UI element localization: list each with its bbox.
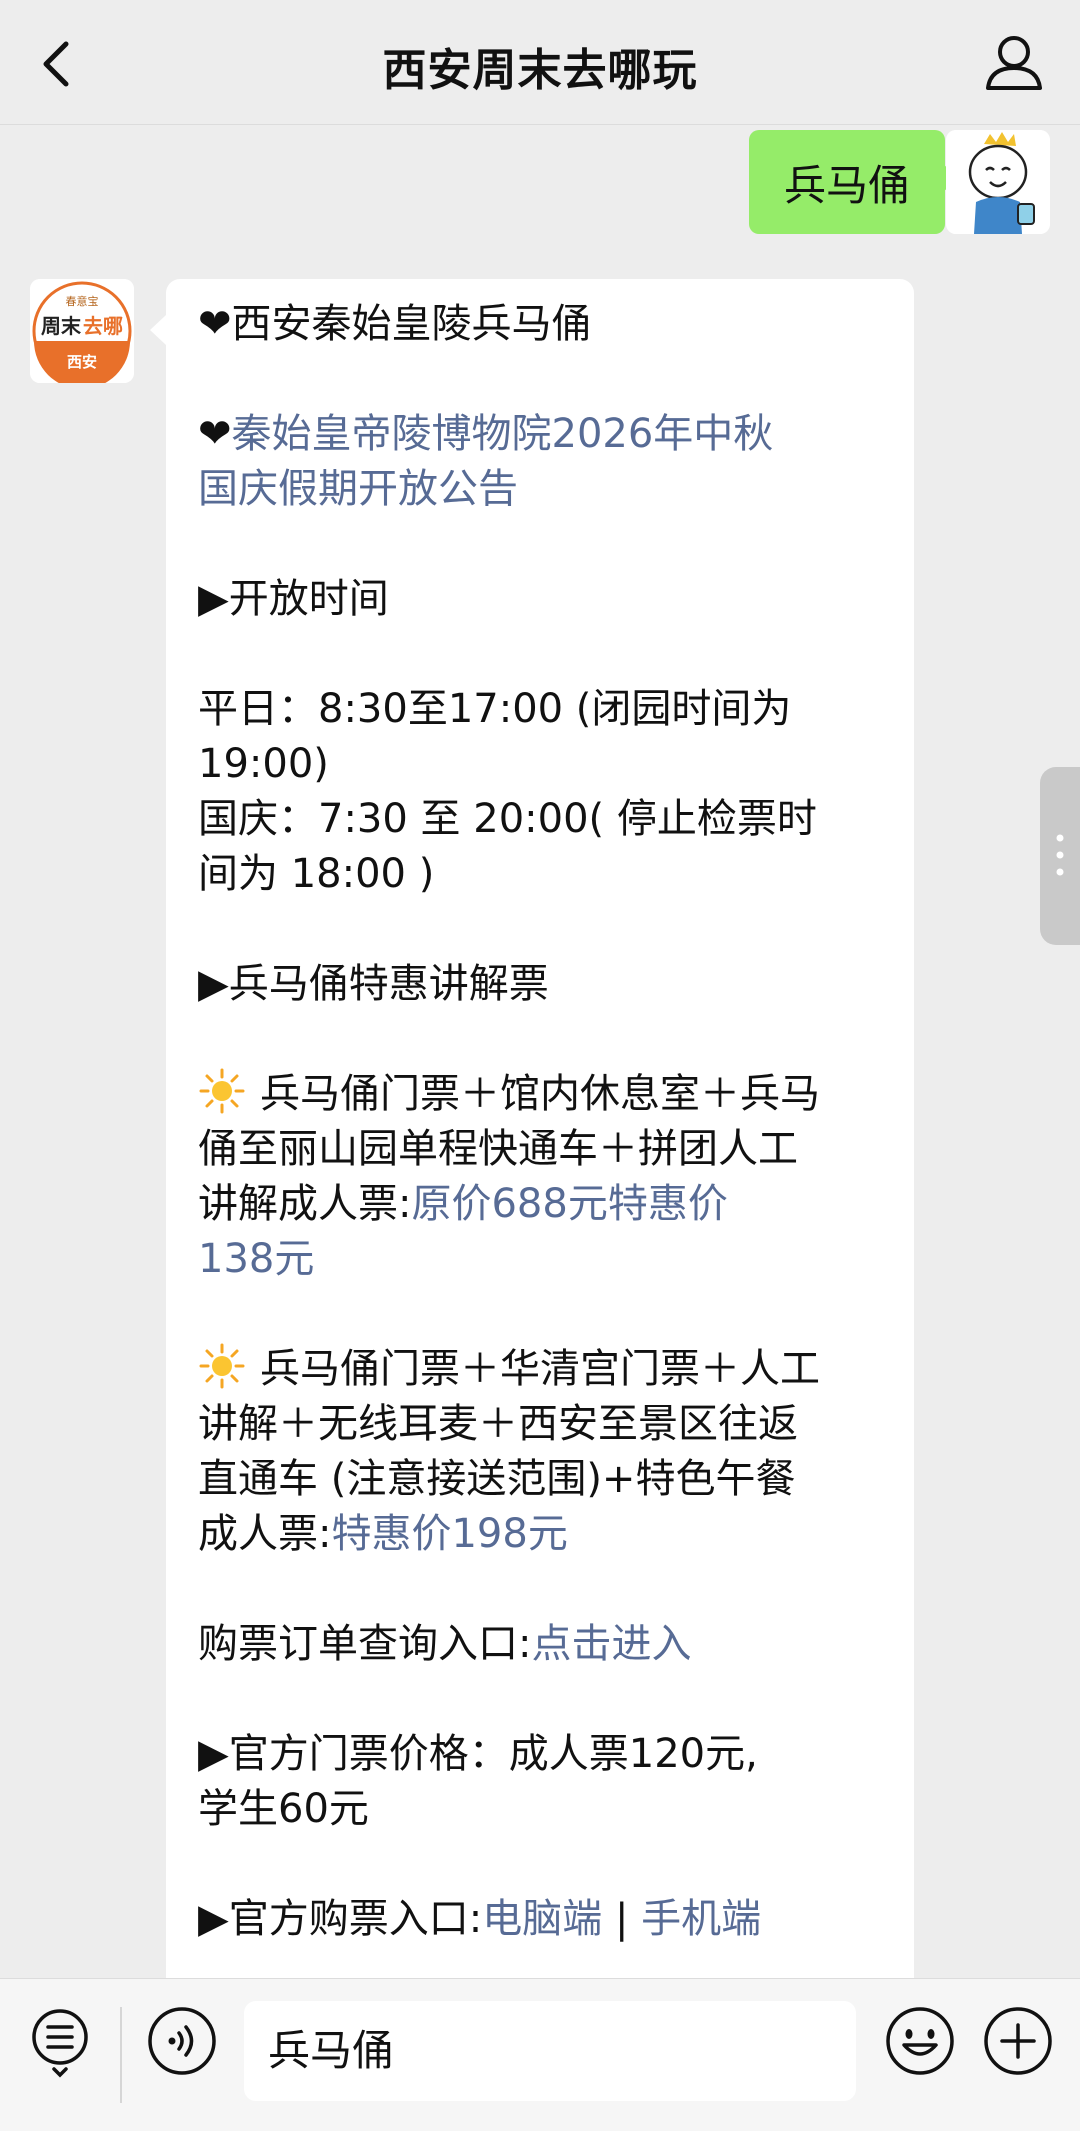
message-line: 兵马俑门票＋馆内休息室＋兵马 xyxy=(198,1067,882,1122)
message-line: ▶官方购票入口:电脑端 | 手机端 xyxy=(198,1896,762,1942)
message-line: 讲解＋无线耳麦＋西安至景区往返 xyxy=(198,1401,798,1447)
message-line: 成人票:特惠价198元 xyxy=(198,1511,568,1557)
announcement-link[interactable]: 秦始皇帝陵博物院2026年中秋 xyxy=(232,411,774,457)
outgoing-message[interactable]: 兵马俑 xyxy=(749,130,959,234)
chat-area[interactable]: 兵马俑 春意宝 周末 去哪 西安 ❤西安秦始皇陵兵马俑 ❤秦始皇帝陵博物院202 xyxy=(0,124,1080,1978)
section-heading: ▶兵马俑特惠讲解票 xyxy=(198,961,549,1007)
sun-icon xyxy=(199,1068,245,1114)
order-query-link[interactable]: 点击进入 xyxy=(531,1621,691,1667)
outgoing-message-text: 兵马俑 xyxy=(783,160,910,210)
message-line: 学生60元 xyxy=(198,1786,369,1832)
ticket-offer-link-cont[interactable]: 138元 xyxy=(198,1232,882,1287)
chat-title: 西安周末去哪玩 xyxy=(382,45,698,96)
message-line: 国庆：7:30 至 20:00( 停止检票时 xyxy=(198,796,817,842)
emoji-icon xyxy=(886,2007,954,2075)
weekend-logo-image: 春意宝 周末 去哪 西安 xyxy=(30,279,134,383)
svg-text:西安: 西安 xyxy=(67,353,97,371)
message-line: 讲解成人票:原价688元特惠价 xyxy=(198,1181,728,1227)
vertical-dots-icon xyxy=(1056,834,1064,876)
message-line: 平日：8:30至17:00 (闭园时间为 xyxy=(198,686,792,732)
bar-divider xyxy=(120,2007,122,2103)
ticket-offer-link[interactable]: 原价688元特惠价 xyxy=(411,1181,727,1227)
menu-toggle-button[interactable] xyxy=(24,2003,100,2079)
message-line: ❤秦始皇帝陵博物院2026年中秋 xyxy=(198,411,774,457)
announcement-link-cont[interactable]: 国庆假期开放公告 xyxy=(198,462,882,517)
svg-text:春意宝: 春意宝 xyxy=(66,294,99,308)
message-line: 直通车 (注意接送范围)+特色午餐 xyxy=(198,1456,796,1502)
message-line: 间为 18:00 ) xyxy=(198,851,435,897)
message-line: 兵马俑门票＋华清宫门票＋人工 xyxy=(198,1342,882,1397)
message-line: ▶官方门票价格：成人票120元, xyxy=(198,1731,758,1777)
emoji-button[interactable] xyxy=(882,2003,958,2079)
list-menu-icon xyxy=(32,2009,88,2078)
message-line: ❤西安秦始皇陵兵马俑 xyxy=(198,301,592,347)
user-icon xyxy=(986,36,1042,90)
input-bar: 兵马俑 xyxy=(0,1978,1080,2131)
message-input[interactable]: 兵马俑 xyxy=(244,2001,856,2101)
message-line: 购票订单查询入口:点击进入 xyxy=(198,1621,692,1667)
special-price-link[interactable]: 特惠价198元 xyxy=(331,1511,567,1557)
side-more-tab[interactable] xyxy=(1040,767,1080,945)
svg-text:周末: 周末 xyxy=(41,314,82,338)
chat-header: 西安周末去哪玩 xyxy=(0,0,1080,125)
my-avatar[interactable] xyxy=(946,130,1050,234)
official-account-avatar[interactable]: 春意宝 周末 去哪 西安 xyxy=(30,279,134,383)
more-button[interactable] xyxy=(980,2003,1056,2079)
section-heading: ▶开放时间 xyxy=(198,576,389,622)
incoming-message[interactable]: ❤西安秦始皇陵兵马俑 ❤秦始皇帝陵博物院2026年中秋 国庆假期开放公告 ▶开放… xyxy=(150,279,914,1978)
cartoon-avatar-image xyxy=(946,130,1050,234)
mobile-purchase-link[interactable]: 手机端 xyxy=(641,1896,761,1942)
profile-button[interactable] xyxy=(978,30,1050,96)
message-line: 19:00) xyxy=(198,741,329,787)
svg-text:去哪: 去哪 xyxy=(83,314,123,338)
sun-icon xyxy=(199,1343,245,1389)
message-line: 俑至丽山园单程快通车＋拼团人工 xyxy=(198,1126,798,1172)
desktop-purchase-link[interactable]: 电脑端 xyxy=(482,1896,602,1942)
plus-icon xyxy=(984,2007,1052,2075)
voice-button[interactable] xyxy=(144,2003,220,2079)
voice-icon xyxy=(148,2007,216,2075)
